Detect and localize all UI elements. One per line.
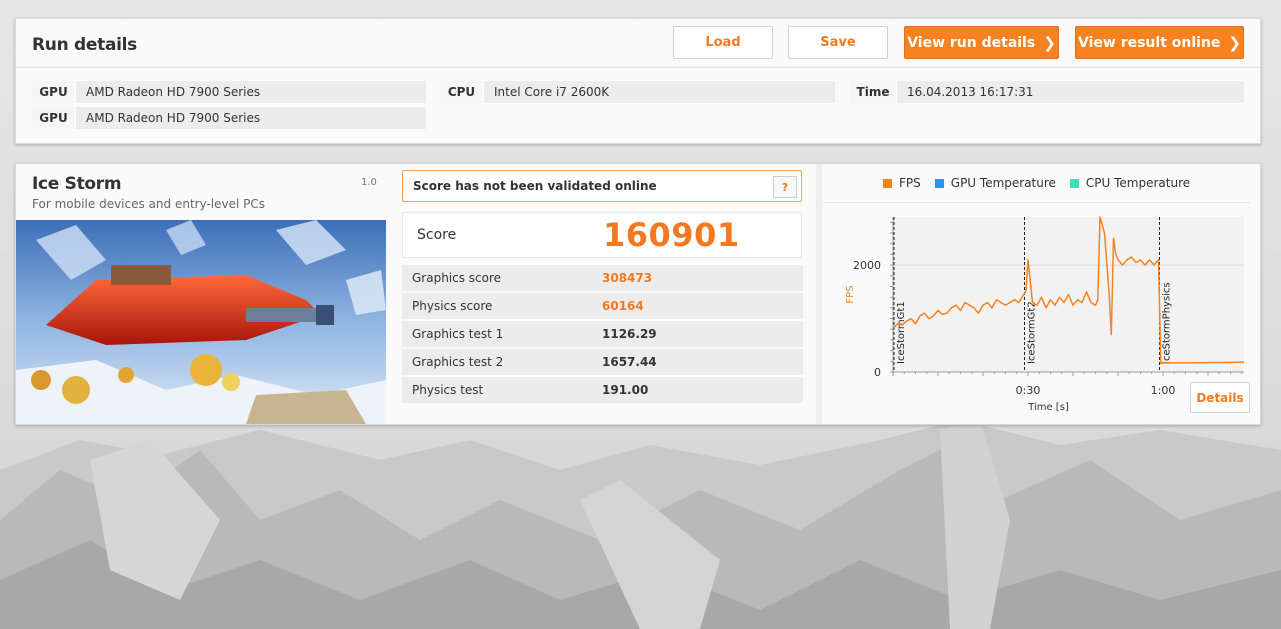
cpu-row: CPU Intel Core i7 2600K xyxy=(440,81,835,103)
score-row-value: 308473 xyxy=(602,271,653,285)
score-row-label: Graphics score xyxy=(412,271,502,285)
legend-item-fps[interactable]: FPS xyxy=(883,176,921,190)
score-row-label: Physics test xyxy=(412,383,484,397)
score-row-value: 191.00 xyxy=(602,383,649,397)
view-run-details-button[interactable]: View run details ❯ xyxy=(904,26,1059,59)
test-marker-label: IceStormPhysics xyxy=(1162,282,1173,364)
score-row: Physics test 191.00 xyxy=(402,377,803,403)
gpu-temp-swatch-icon xyxy=(934,178,944,188)
score-row: Graphics test 1 1126.29 xyxy=(402,321,803,347)
load-button[interactable]: Load xyxy=(673,26,773,59)
score-row-label: Physics score xyxy=(412,299,493,313)
validation-text: Score has not been validated online xyxy=(413,179,657,193)
question-icon: ? xyxy=(781,180,789,194)
cpu-label: CPU xyxy=(440,81,484,103)
legend-label: FPS xyxy=(899,176,921,190)
gpu-value: AMD Radeon HD 7900 Series xyxy=(86,85,261,99)
gpu-label: GPU xyxy=(32,81,76,103)
benchmark-result-panel: Ice Storm For mobile devices and entry-l… xyxy=(15,163,1261,425)
save-button[interactable]: Save xyxy=(788,26,888,59)
view-run-details-label: View run details xyxy=(907,34,1036,51)
score-row-label: Graphics test 2 xyxy=(412,355,504,369)
score-label: Score xyxy=(417,227,457,243)
benchmark-name: Ice Storm xyxy=(32,174,122,194)
benchmark-version: 1.0 xyxy=(361,177,377,188)
time-row: Time 16.04.2013 16:17:31 xyxy=(850,81,1244,103)
score-value: 160901 xyxy=(603,216,740,254)
details-button[interactable]: Details xyxy=(1190,382,1250,413)
chart-divider xyxy=(816,164,822,424)
divider xyxy=(823,202,1250,203)
chevron-right-icon: ❯ xyxy=(1228,33,1241,52)
cpu-temp-swatch-icon xyxy=(1069,178,1079,188)
gpu-label: GPU xyxy=(32,107,76,129)
score-row-value: 60164 xyxy=(602,299,644,313)
score-row: Graphics test 2 1657.44 xyxy=(402,349,803,375)
score-box: Score 160901 xyxy=(402,212,802,258)
view-result-online-label: View result online xyxy=(1078,34,1221,51)
gpu-value: AMD Radeon HD 7900 Series xyxy=(86,111,261,125)
time-value: 16.04.2013 16:17:31 xyxy=(907,85,1034,99)
test-marker-label: IceStormGt1 xyxy=(896,301,907,364)
benchmark-description: For mobile devices and entry-level PCs xyxy=(32,197,266,211)
fps-chart: 0 2000 0:30 1:00 FPS Time [s] IceStormGt1 IceSt… xyxy=(845,216,1245,413)
score-row: Graphics score 308473 xyxy=(402,265,803,291)
view-result-online-button[interactable]: View result online ❯ xyxy=(1075,26,1244,59)
y-tick-label: 2000 xyxy=(853,259,881,272)
legend-item-cpu-temperature[interactable]: CPU Temperature xyxy=(1069,176,1191,190)
y-tick-label: 0 xyxy=(874,366,881,379)
score-row-label: Graphics test 1 xyxy=(412,327,504,341)
y-axis-label: FPS xyxy=(845,285,856,303)
load-button-label: Load xyxy=(705,35,741,50)
legend-label: CPU Temperature xyxy=(1085,176,1191,190)
legend-item-gpu-temperature[interactable]: GPU Temperature xyxy=(934,176,1056,190)
x-axis-label: Time [s] xyxy=(1027,402,1069,413)
run-details-panel: Run details Load Save View run details ❯… xyxy=(15,18,1261,144)
chevron-right-icon: ❯ xyxy=(1043,33,1056,52)
details-button-label: Details xyxy=(1196,390,1244,405)
x-tick-label: 0:30 xyxy=(1016,384,1041,397)
gpu-row-2: GPU AMD Radeon HD 7900 Series xyxy=(32,107,426,129)
score-row-value: 1657.44 xyxy=(602,355,657,369)
x-tick-label: 1:00 xyxy=(1151,384,1176,397)
run-details-title: Run details xyxy=(32,35,137,55)
help-button[interactable]: ? xyxy=(773,176,797,198)
ice-storm-artwork xyxy=(16,220,386,424)
score-row: Physics score 60164 xyxy=(402,293,803,319)
validation-notice: Score has not been validated online ? xyxy=(402,170,802,202)
score-row-value: 1126.29 xyxy=(602,327,657,341)
time-label: Time xyxy=(850,81,897,103)
cpu-value: Intel Core i7 2600K xyxy=(494,85,610,99)
fps-swatch-icon xyxy=(883,178,892,188)
test-marker-label: IceStormGt2 xyxy=(1027,301,1038,364)
chart-legend: FPS GPU Temperature CPU Temperature xyxy=(883,176,1190,190)
legend-label: GPU Temperature xyxy=(950,176,1056,190)
divider xyxy=(16,67,1260,68)
save-button-label: Save xyxy=(820,35,856,50)
gpu-row-1: GPU AMD Radeon HD 7900 Series xyxy=(32,81,426,103)
